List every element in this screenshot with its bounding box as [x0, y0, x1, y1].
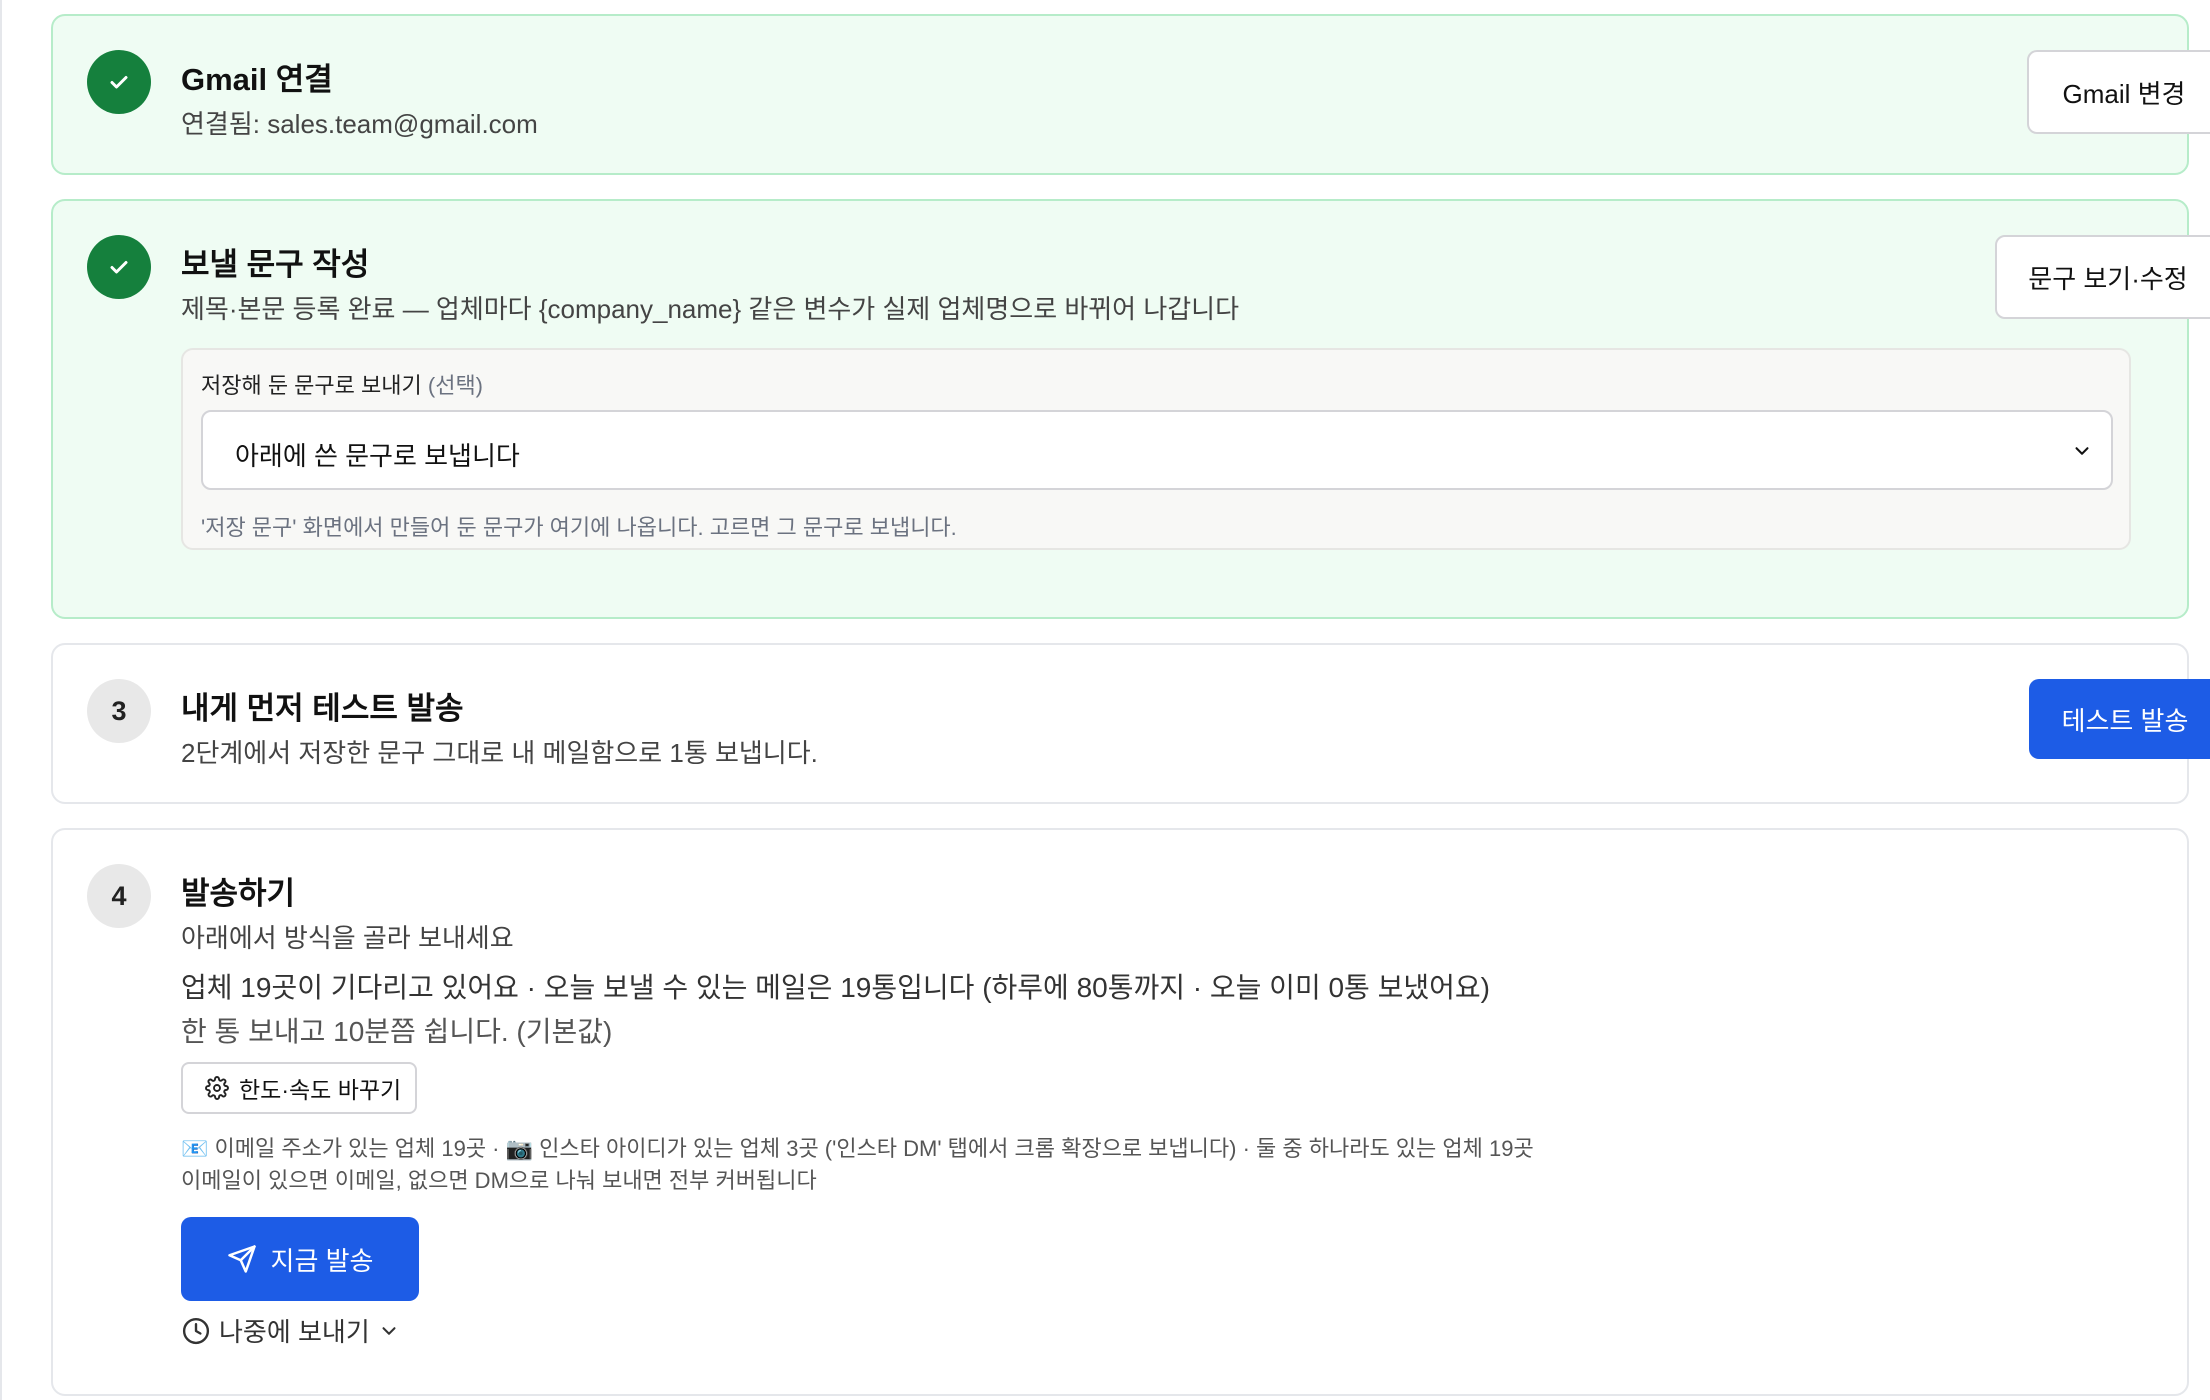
view-edit-message-button[interactable]: 문구 보기·수정 [1995, 235, 2210, 319]
paper-plane-icon [227, 1245, 256, 1273]
step-send-card: 4 발송하기 아래에서 방식을 골라 보내세요 업체 19곳이 기다리고 있어요… [51, 828, 2189, 1396]
step-title: Gmail 연결 [181, 62, 333, 97]
chevron-down-icon [382, 1326, 396, 1335]
saved-template-label-text: 저장해 둔 문구로 보내기 [201, 373, 422, 398]
step-done-badge [87, 235, 151, 299]
saved-template-select[interactable]: 아래에 쓴 문구로 보냅니다 [201, 410, 2113, 490]
saved-template-label: 저장해 둔 문구로 보내기 (선택) [201, 368, 483, 400]
change-gmail-button[interactable]: Gmail 변경 [2027, 50, 2210, 134]
change-limit-speed-button[interactable]: 한도·속도 바꾸기 [181, 1062, 417, 1114]
step-number-badge: 4 [87, 864, 151, 928]
step-compose-card: 보낼 문구 작성 제목·본문 등록 완료 — 업체마다 {company_nam… [51, 199, 2210, 619]
chevron-down-icon [2075, 447, 2089, 455]
step-description: 2단계에서 저장한 문구 그대로 내 메일함으로 1통 보냅니다. [181, 738, 818, 768]
check-icon [110, 261, 128, 274]
send-later-label: 나중에 보내기 [219, 1317, 370, 1347]
step-gmail-card: Gmail 연결 연결됨: sales.team@gmail.com Gmail… [51, 14, 2210, 175]
saved-template-hint: '저장 문구' 화면에서 만들어 둔 문구가 여기에 나옵니다. 고르면 그 문… [201, 515, 957, 540]
send-now-button[interactable]: 지금 발송 [181, 1217, 419, 1301]
coverage-note: 이메일이 있으면 이메일, 없으면 DM으로 나눠 보내면 전부 커버됩니다 [181, 1168, 817, 1193]
queue-summary: 업체 19곳이 기다리고 있어요 · 오늘 보낼 수 있는 메일은 19통입니다… [181, 972, 1490, 1003]
send-interval: 한 통 보내고 10분쯤 쉽니다. (기본값) [181, 1016, 613, 1047]
optional-tag: (선택) [427, 373, 484, 398]
step-title: 발송하기 [181, 876, 296, 911]
connected-account: 연결됨: sales.team@gmail.com [181, 109, 538, 139]
channel-breakdown: 📧 이메일 주소가 있는 업체 19곳 · 📷 인스타 아이디가 있는 업체 3… [181, 1136, 1534, 1161]
step-title: 보낼 문구 작성 [181, 247, 370, 282]
page-left-border [0, 0, 2, 1400]
check-icon [110, 76, 128, 89]
step-title: 내게 먼저 테스트 발송 [181, 691, 464, 726]
send-later-toggle[interactable]: 나중에 보내기 [181, 1312, 400, 1349]
clock-icon [182, 1317, 210, 1344]
saved-template-panel: 저장해 둔 문구로 보내기 (선택) 아래에 쓴 문구로 보냅니다 '저장 문구… [181, 348, 2131, 550]
step-test-card: 3 내게 먼저 테스트 발송 2단계에서 저장한 문구 그대로 내 메일함으로 … [51, 643, 2210, 804]
step-description: 제목·본문 등록 완료 — 업체마다 {company_name} 같은 변수가… [181, 294, 1240, 324]
test-send-button[interactable]: 테스트 발송 [2029, 679, 2210, 759]
step-done-badge [87, 50, 151, 114]
gear-icon [205, 1076, 229, 1100]
change-limit-speed-label: 한도·속도 바꾸기 [239, 1077, 402, 1103]
step-number-badge: 3 [87, 679, 151, 743]
select-value: 아래에 쓴 문구로 보냅니다 [235, 441, 520, 471]
step-description: 아래에서 방식을 골라 보내세요 [181, 923, 514, 953]
send-now-label: 지금 발송 [270, 1245, 374, 1276]
